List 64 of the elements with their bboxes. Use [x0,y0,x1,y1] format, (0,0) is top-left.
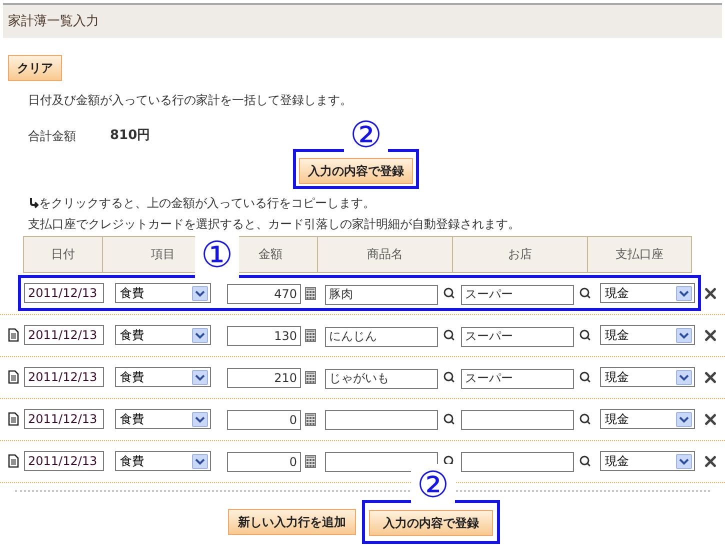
account-select[interactable]: 現金 [600,367,695,387]
date-field[interactable]: 2011/12/13 [24,367,104,387]
calculator-icon[interactable] [305,328,316,342]
category-select[interactable]: 食費 [115,451,211,471]
search-icon[interactable] [579,455,591,467]
date-field[interactable]: 2011/12/13 [24,409,104,429]
date-field[interactable]: 2011/12/13 [24,325,104,345]
search-icon[interactable] [443,287,455,299]
clear-button[interactable]: クリア [8,55,62,81]
amount-field[interactable]: 470 [227,284,301,304]
hint-text: をクリックすると、上の金額が入っている行をコピーします。 [39,194,375,212]
search-icon[interactable] [443,371,455,383]
amount-field[interactable]: 210 [227,368,301,388]
category-select[interactable]: 食費 [115,409,211,429]
product-field[interactable]: じゃがいも [325,368,438,388]
column-header: 支払口座 [587,236,692,272]
product-field[interactable]: にんじん [325,326,438,346]
shop-field[interactable]: スーパー [461,326,574,346]
copy-document-icon[interactable] [8,370,20,384]
copy-document-icon[interactable] [8,454,20,468]
add-row-button[interactable]: 新しい入力行を追加 [228,508,356,534]
register-button[interactable]: 入力の内容で登録 [299,158,413,184]
account-select[interactable]: 現金 [600,325,695,345]
search-icon[interactable] [579,371,591,383]
page-title: 家計薄一覧入力 [8,12,99,31]
search-icon[interactable] [443,413,455,425]
copy-document-icon[interactable] [8,412,20,426]
product-field[interactable] [325,452,438,472]
search-icon[interactable] [443,329,455,341]
account-select[interactable]: 現金 [600,451,695,471]
product-field[interactable]: 豚肉 [325,284,438,304]
search-icon[interactable] [579,413,591,425]
product-field[interactable] [325,410,438,430]
category-select[interactable]: 食費 [115,283,211,303]
amount-field[interactable]: 0 [227,410,301,430]
hint-text: 支払口座でクレジットカードを選択すると、カード引落しの家計明細が自動登録されます。 [28,216,521,232]
register-button[interactable]: 入力の内容で登録 [369,510,493,536]
account-select[interactable]: 現金 [600,283,695,303]
column-header: 日付 [23,236,103,272]
calculator-icon[interactable] [305,412,316,426]
shop-field[interactable]: スーパー [461,368,574,388]
account-select[interactable]: 現金 [600,409,695,429]
amount-field[interactable]: 0 [227,452,301,472]
search-icon[interactable] [579,329,591,341]
category-select[interactable]: 食費 [115,367,211,387]
amount-field[interactable]: 130 [227,326,301,346]
total-amount: 810円 [110,127,150,145]
calculator-icon[interactable] [305,454,316,468]
calculator-icon[interactable] [305,370,316,384]
search-icon[interactable] [579,287,591,299]
total-label: 合計金額 [28,128,77,145]
shop-field[interactable] [461,452,574,472]
copy-document-icon[interactable] [8,328,20,342]
date-field[interactable]: 2011/12/13 [24,451,104,471]
category-select[interactable]: 食費 [115,325,211,345]
column-header: お店 [452,236,588,272]
calculator-icon[interactable] [305,286,316,300]
hook-arrow-icon [28,197,39,209]
shop-field[interactable]: スーパー [461,284,574,304]
shop-field[interactable] [461,410,574,430]
description-text: 日付及び金額が入っている行の家計を一括して登録します。 [28,92,353,109]
annotation-number: ① [195,234,239,278]
date-field[interactable]: 2011/12/13 [24,283,104,303]
column-header: 商品名 [317,236,453,272]
